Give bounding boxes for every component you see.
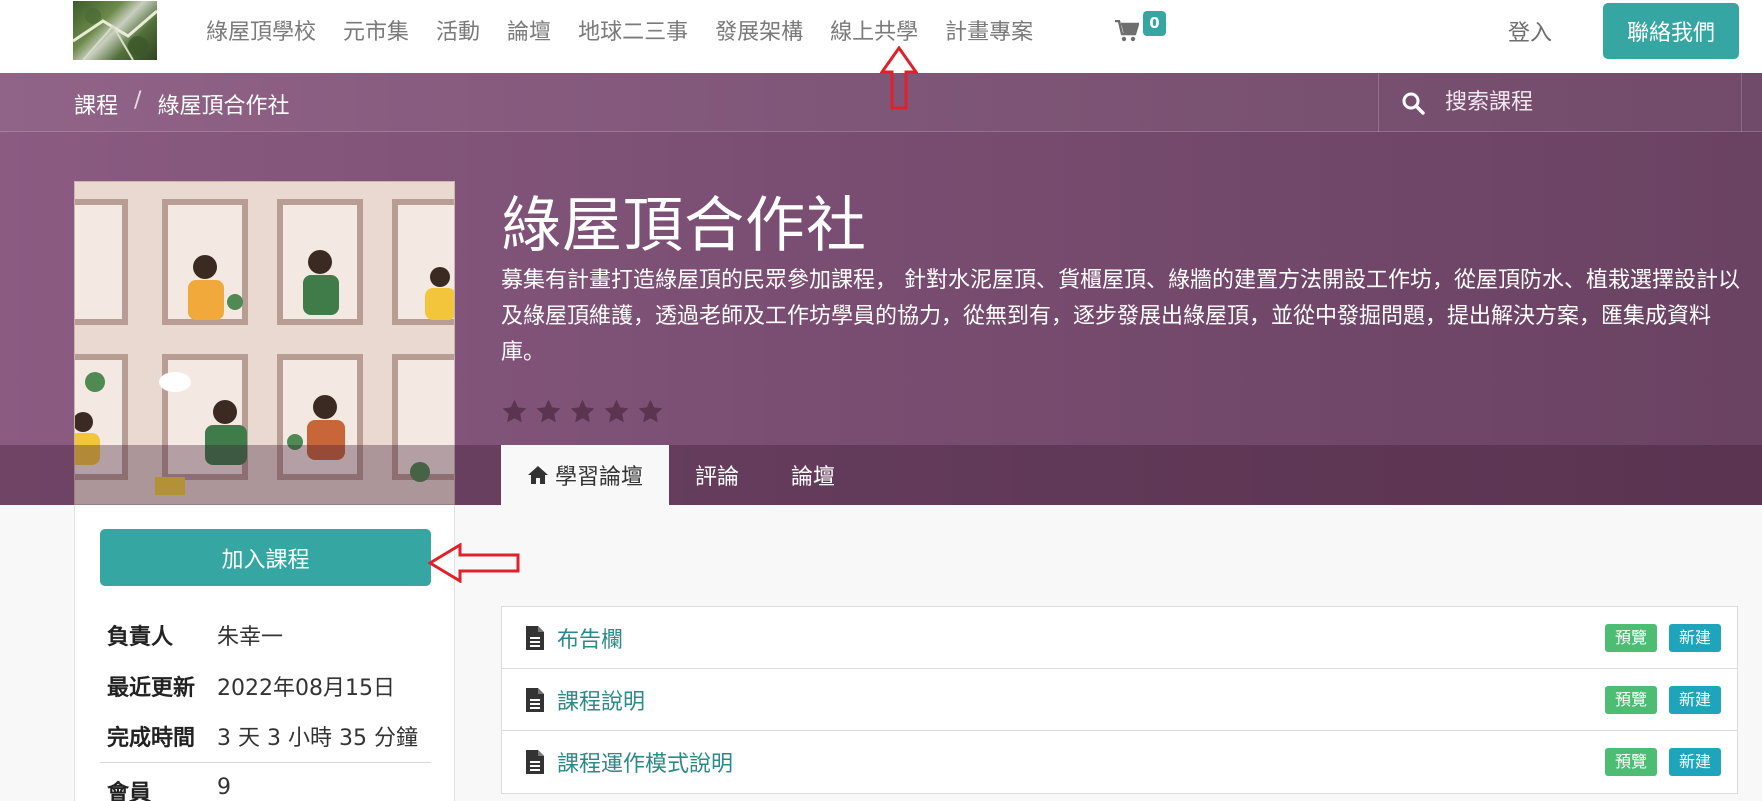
home-icon: [528, 466, 548, 484]
content-badges: 預覽 新建: [1604, 686, 1721, 714]
nav-item-projects[interactable]: 計畫專案: [945, 14, 1033, 46]
search-input[interactable]: [1445, 90, 1715, 115]
course-search[interactable]: [1378, 73, 1742, 132]
info-divider: [100, 762, 431, 763]
nav-item-online-learning[interactable]: 線上共學: [830, 14, 918, 46]
info-value: 3 天 3 小時 35 分鐘: [217, 726, 418, 751]
nav-item-forum[interactable]: 論壇: [507, 14, 551, 46]
star-icon: [502, 399, 527, 423]
login-link[interactable]: 登入: [1508, 15, 1552, 47]
course-content-list: 布告欄 預覽 新建 課程說明 預覽 新建 課程運作模式說明 預覽 新建: [501, 606, 1738, 794]
course-description: 募集有計畫打造綠屋頂的民眾參加課程， 針對水泥屋頂、貨櫃屋頂、綠牆的建置方法開設…: [501, 268, 1740, 365]
nav-item-earth[interactable]: 地球二三事: [578, 14, 688, 46]
new-badge: 新建: [1668, 686, 1721, 714]
breadcrumb-current: 綠屋頂合作社: [157, 94, 290, 119]
breadcrumb: 課程 / 綠屋頂合作社: [74, 88, 289, 120]
nav-item-school[interactable]: 綠屋頂學校: [206, 14, 316, 46]
star-icon: [570, 399, 595, 423]
list-item[interactable]: 課程說明 預覽 新建: [502, 669, 1737, 731]
cart-count-badge: 0: [1143, 11, 1166, 36]
course-sidebar: 加入課程 負責人 朱幸一 最近更新 2022年08月15日 完成時間 3 天 3…: [74, 505, 455, 801]
info-label: 最近更新: [107, 676, 196, 701]
content-badges: 預覽 新建: [1604, 748, 1721, 776]
star-icon: [536, 399, 561, 423]
course-rating: [501, 398, 664, 425]
preview-badge: 預覽: [1604, 686, 1657, 714]
info-row-duration: 完成時間 3 天 3 小時 35 分鐘: [107, 720, 418, 752]
content-title[interactable]: 課程運作模式說明: [557, 746, 733, 778]
info-row-owner: 負責人 朱幸一: [107, 619, 283, 651]
document-icon: [526, 687, 544, 712]
nav-item-events[interactable]: 活動: [436, 14, 480, 46]
info-label: 負責人: [107, 625, 174, 650]
info-value: 朱幸一: [217, 625, 284, 650]
tab-label: 論壇: [791, 465, 836, 490]
new-badge: 新建: [1668, 624, 1721, 652]
search-icon: [1402, 92, 1425, 115]
list-item[interactable]: 布告欄 預覽 新建: [502, 607, 1737, 669]
preview-badge: 預覽: [1604, 624, 1657, 652]
info-value: 2022年08月15日: [217, 676, 395, 701]
annotation-arrow-left-icon: [428, 543, 520, 583]
breadcrumb-separator: /: [134, 88, 142, 113]
join-course-button[interactable]: 加入課程: [100, 529, 431, 586]
info-row-members: 會員 9: [107, 775, 231, 801]
new-badge: 新建: [1668, 748, 1721, 776]
breadcrumb-courses[interactable]: 課程: [74, 88, 118, 120]
course-title: 綠屋頂合作社: [501, 191, 867, 261]
tab-forum[interactable]: 論壇: [765, 445, 861, 505]
document-icon: [526, 625, 544, 650]
tab-learning-forum[interactable]: 學習論壇: [501, 445, 670, 505]
content-title[interactable]: 課程說明: [557, 684, 645, 716]
course-header: 課程 / 綠屋頂合作社 搜索課程 綠屋頂合作社 募集有計畫打造綠屋頂的民眾參加課…: [0, 73, 1762, 505]
info-label: 完成時間: [107, 726, 196, 751]
info-value: 9: [217, 775, 231, 800]
info-label: 會員: [107, 781, 152, 801]
tab-strip: [0, 445, 1762, 505]
document-icon: [526, 750, 544, 774]
tab-label: 評論: [695, 465, 740, 490]
list-item[interactable]: 課程運作模式說明 預覽 新建: [502, 731, 1737, 793]
nav-item-framework[interactable]: 發展架構: [715, 14, 803, 46]
tab-label: 學習論壇: [555, 465, 644, 490]
preview-badge: 預覽: [1604, 748, 1657, 776]
info-row-updated: 最近更新 2022年08月15日: [107, 670, 395, 702]
annotation-arrow-up-icon: [880, 46, 918, 110]
course-tabs: 學習論壇 評論 論壇: [501, 445, 861, 505]
contact-us-button[interactable]: 聯絡我們: [1603, 3, 1739, 59]
cart-icon: [1115, 20, 1139, 42]
cart-button[interactable]: 0: [1115, 11, 1166, 48]
star-icon: [604, 399, 629, 423]
main-nav: 綠屋頂學校 元市集 活動 論壇 地球二三事 發展架構 線上共學 計畫專案: [206, 0, 1060, 60]
content-title[interactable]: 布告欄: [557, 622, 623, 654]
star-icon: [638, 399, 663, 423]
site-logo[interactable]: [73, 1, 157, 60]
tab-reviews[interactable]: 評論: [669, 445, 765, 505]
nav-item-market[interactable]: 元市集: [343, 14, 409, 46]
content-badges: 預覽 新建: [1604, 624, 1721, 652]
